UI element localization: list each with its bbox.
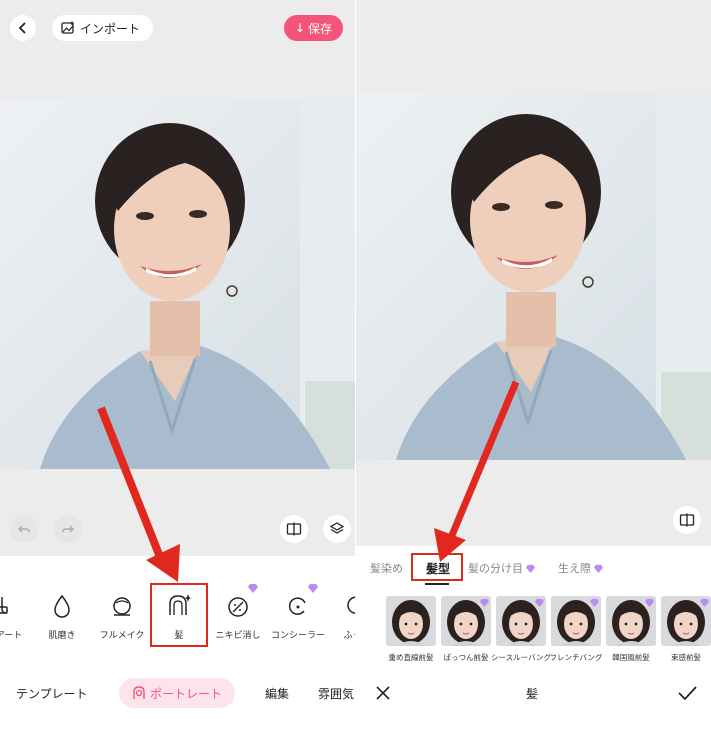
nav-mood[interactable]: 雰囲気 (318, 685, 354, 702)
hairstyle-label: ぱっつん前髪 (443, 653, 489, 662)
redo-icon (62, 525, 74, 533)
premium-gem-icon (248, 584, 258, 593)
hairstyle-thumb[interactable] (661, 596, 711, 646)
hairstyle-label: フレンチバング (549, 653, 603, 662)
tool-label: 肌磨き (48, 631, 76, 641)
hairstyle-thumb[interactable] (606, 596, 656, 646)
save-label: 保存 (308, 21, 333, 36)
portrait-icon (133, 686, 145, 699)
premium-gem-icon (535, 598, 544, 607)
layers-button[interactable] (323, 515, 351, 543)
premium-gem-icon (480, 598, 489, 607)
back-button[interactable] (10, 15, 36, 41)
nav-portrait-label: ポートレート (149, 686, 222, 701)
bottom-bar-title: 髪 (526, 687, 539, 701)
drop-icon (54, 594, 70, 618)
hairstyle-list: 重め直線前髪 ぱっつん前髪 シースルーバング フレンチバング 韓国風前髪 束感前髪 (356, 596, 711, 666)
compare-button[interactable] (673, 506, 701, 534)
hair-tool-highlight (150, 583, 208, 647)
art-icon (0, 597, 8, 614)
compare-icon (286, 522, 302, 536)
undo-button[interactable] (10, 515, 38, 543)
tab-label: 髪の分け目 (468, 562, 523, 575)
hairstyle-thumb[interactable] (386, 596, 436, 646)
compare-button[interactable] (280, 515, 308, 543)
tool-label: アート (0, 631, 23, 641)
portrait-photo[interactable] (0, 101, 355, 469)
acne-icon (228, 597, 248, 617)
tool-plump[interactable]: ふっく (334, 583, 355, 647)
hairstyle-thumb[interactable] (441, 596, 491, 646)
tool-full-makeup[interactable]: フルメイク (96, 583, 148, 647)
hairstyle-label: シースルーバング (491, 653, 551, 662)
plump-icon (347, 596, 355, 614)
makeup-icon (113, 597, 131, 616)
portrait-photo[interactable] (356, 92, 711, 460)
hairstyle-label: 束感前髪 (671, 653, 701, 662)
tool-acne-removal[interactable]: ニキビ消し (214, 583, 262, 647)
close-icon[interactable] (372, 682, 394, 704)
bottom-bar: 髪 (356, 672, 711, 716)
active-tab-indicator (425, 583, 449, 585)
tab-label: 生え際 (558, 562, 591, 575)
premium-gem-icon (594, 564, 603, 573)
hairstyle-tab-highlight (411, 553, 463, 581)
tab-hair-color[interactable]: 髪染め (370, 560, 403, 576)
tool-label: ニキビ消し (215, 631, 261, 641)
hairstyle-label: 重め直線前髪 (388, 653, 434, 662)
premium-gem-icon (526, 564, 535, 573)
import-button[interactable]: インポート (52, 15, 153, 41)
import-label: インポート (80, 21, 141, 36)
layers-icon (329, 522, 345, 534)
premium-gem-icon (590, 598, 599, 607)
tool-art[interactable]: アート (0, 583, 32, 647)
tab-hair-part[interactable]: 髪の分け目 (468, 560, 535, 576)
hairstyle-label: 韓国風前髪 (612, 653, 650, 662)
concealer-icon (288, 597, 306, 615)
image-plus-icon (61, 21, 74, 34)
nav-portrait[interactable]: ポートレート (119, 678, 235, 708)
model-thumbnail (386, 596, 436, 646)
download-arrow-icon: ↓ (294, 21, 306, 35)
tool-label: フルメイク (99, 631, 145, 641)
left-screen: インポート ↓ 保存 アート (0, 0, 355, 736)
tool-label: コンシーラー (270, 631, 325, 641)
premium-gem-icon (308, 584, 318, 593)
nav-edit[interactable]: 編集 (265, 685, 289, 702)
premium-gem-icon (700, 598, 709, 607)
check-icon[interactable] (676, 682, 698, 704)
nav-template[interactable]: テンプレート (16, 685, 88, 702)
hairstyle-thumb[interactable] (496, 596, 546, 646)
tool-concealer[interactable]: コンシーラー (268, 583, 328, 647)
premium-gem-icon (645, 598, 654, 607)
save-button[interactable]: ↓ 保存 (284, 15, 343, 41)
chevron-left-icon (18, 22, 26, 34)
right-screen: 髪染め 髪型 髪の分け目 生え際 重め直線前髪 ぱっつん前髪 シースルーバング フレン… (356, 0, 711, 736)
bottom-nav: テンプレート ポートレート 編集 雰囲気 (0, 671, 355, 716)
hairstyle-thumb[interactable] (551, 596, 601, 646)
redo-button[interactable] (54, 515, 82, 543)
compare-icon (679, 513, 695, 527)
tab-hairline[interactable]: 生え際 (558, 560, 603, 576)
undo-icon (18, 525, 30, 533)
tool-label: ふっく (343, 631, 355, 641)
tab-label: 髪染め (370, 562, 403, 575)
tool-skin-smoothing[interactable]: 肌磨き (38, 583, 86, 647)
